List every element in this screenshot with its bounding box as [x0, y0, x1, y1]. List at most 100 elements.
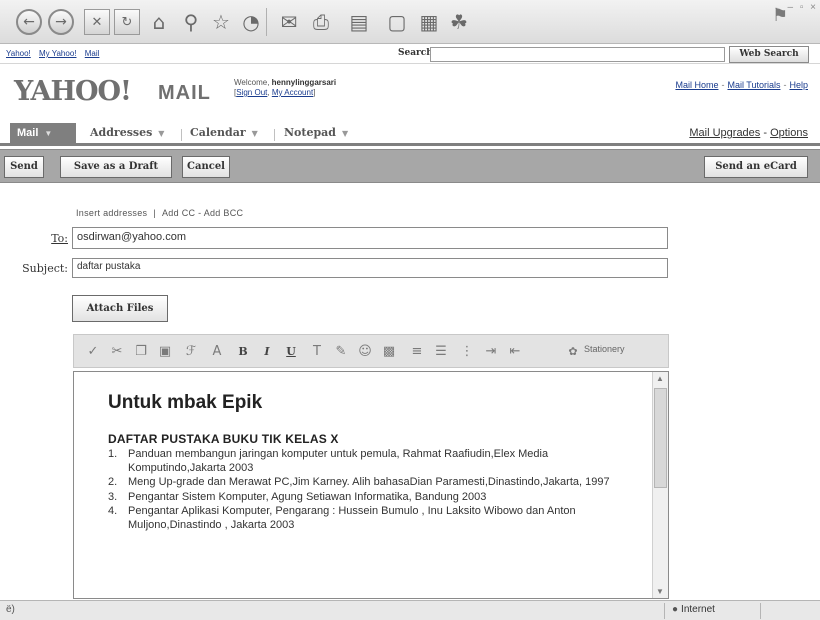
security-zone: ● Internet: [672, 604, 715, 615]
stationery-icon[interactable]: ✿: [564, 343, 582, 361]
save-draft-button[interactable]: Save as a Draft: [60, 156, 172, 178]
back-icon[interactable]: ←: [16, 9, 42, 35]
list-item-number: 2.: [108, 476, 118, 488]
message-content[interactable]: Untuk mbak Epik DAFTAR PUSTAKA BUKU TIK …: [108, 392, 628, 533]
address-links: Insert addresses | Add CC - Add BCC: [76, 208, 244, 218]
emoticon-icon[interactable]: ☺: [356, 343, 374, 361]
list-item: 1. Panduan membangun jaringan komputer un…: [108, 448, 628, 475]
edit-icon[interactable]: ▤: [346, 9, 372, 35]
spellcheck-icon[interactable]: ✓: [84, 343, 102, 361]
discuss-icon[interactable]: ▢: [384, 9, 410, 35]
editor-toolbar: ✓ ✂ ❐ ▣ ℱ A B I U T ✎ ☺ ▩ ≡ ☰ ⋮ ⇥ ⇤ ✿ St…: [73, 334, 669, 368]
message-heading: Untuk mbak Epik: [108, 392, 263, 413]
tab-mail[interactable]: Mail ▼: [10, 123, 76, 143]
list-item: 3. Pengantar Sistem Komputer, Agung Setia…: [108, 491, 628, 505]
list-item-number: 1.: [108, 448, 118, 460]
search-icon[interactable]: ⚲: [178, 9, 204, 35]
subject-field[interactable]: daftar pustaka: [72, 258, 668, 278]
scroll-up-icon[interactable]: ▲: [656, 374, 664, 383]
tab-mail-label: Mail: [17, 127, 39, 139]
my-account-link[interactable]: My Account: [272, 88, 313, 97]
tab-addresses-label: Addresses: [90, 126, 153, 139]
paste-icon[interactable]: ▣: [156, 343, 174, 361]
bold-icon[interactable]: B: [234, 343, 252, 361]
yahoo-small-links: Yahoo! My Yahoo! Mail: [6, 49, 105, 58]
favorites-icon[interactable]: ☆: [208, 9, 234, 35]
italic-icon[interactable]: I: [258, 343, 276, 361]
print-icon[interactable]: ⎙: [308, 9, 334, 35]
home-icon[interactable]: ⌂: [146, 9, 172, 35]
browser-toolbar: ← → ✕ ↻ ⌂ ⚲ ☆ ◔ ✉ ⎙ ▤ ▢ ▦ ☘ ⚑ – ▫ ×: [0, 0, 820, 44]
to-field[interactable]: osdirwan@yahoo.com: [72, 227, 668, 249]
bulleted-list-icon[interactable]: ⋮: [458, 343, 476, 361]
stop-icon[interactable]: ✕: [84, 9, 110, 35]
mail-tutorials-link[interactable]: Mail Tutorials: [727, 80, 780, 90]
mail-home-link[interactable]: Mail Home: [675, 80, 718, 90]
refresh-icon[interactable]: ↻: [114, 9, 140, 35]
zone-label: Internet: [681, 604, 715, 615]
list-item-text: Meng Up-grade dan Merawat PC,Jim Karney.…: [128, 476, 610, 488]
cancel-button[interactable]: Cancel: [182, 156, 230, 178]
attach-files-button[interactable]: Attach Files: [72, 295, 168, 322]
yahoo-link[interactable]: Yahoo!: [6, 49, 31, 58]
highlight-icon[interactable]: ✎: [332, 343, 350, 361]
globe-icon: ●: [672, 604, 679, 615]
add-cc-bcc-link[interactable]: Add CC - Add BCC: [162, 208, 243, 218]
history-icon[interactable]: ◔: [238, 9, 264, 35]
help-link[interactable]: Help: [789, 80, 808, 90]
tab-notepad[interactable]: Notepad ▼: [276, 123, 348, 143]
list-item-text: Panduan membangun jaringan komputer untu…: [128, 448, 549, 474]
list-item-number: 3.: [108, 490, 118, 503]
web-search-button[interactable]: Web Search: [729, 46, 809, 63]
chevron-down-icon[interactable]: ▼: [252, 128, 258, 138]
numbered-list-icon[interactable]: ☰: [432, 343, 450, 361]
tab-calendar[interactable]: Calendar ▼: [182, 123, 258, 143]
underline-icon[interactable]: U: [282, 343, 300, 361]
insert-picture-icon[interactable]: ▩: [380, 343, 398, 361]
welcome-prefix: Welcome,: [234, 78, 270, 87]
outdent-icon[interactable]: ⇤: [506, 343, 524, 361]
search-input[interactable]: [430, 47, 725, 62]
forward-icon[interactable]: →: [48, 9, 74, 35]
message-body-editor[interactable]: Untuk mbak Epik DAFTAR PUSTAKA BUKU TIK …: [73, 371, 669, 599]
window-controls[interactable]: – ▫ ×: [787, 2, 818, 13]
chevron-down-icon[interactable]: ▼: [44, 129, 52, 138]
tab-addresses[interactable]: Addresses ▼: [82, 123, 164, 143]
scroll-thumb[interactable]: [654, 388, 667, 488]
indent-icon[interactable]: ⇥: [482, 343, 500, 361]
list-title: DAFTAR PUSTAKA BUKU TIK KELAS X: [108, 432, 339, 446]
insert-addresses-link[interactable]: Insert addresses: [76, 208, 147, 218]
sign-out-link[interactable]: Sign Out: [236, 88, 267, 97]
my-yahoo-link[interactable]: My Yahoo!: [39, 49, 77, 58]
list-item-text: Pengantar Aplikasi Komputer, Pengarang :…: [128, 505, 576, 531]
list-item: 2. Meng Up-grade dan Merawat PC,Jim Karne…: [108, 476, 628, 490]
text-color-icon[interactable]: T: [308, 343, 326, 361]
mail-link[interactable]: Mail: [85, 49, 100, 58]
stationery-button[interactable]: Stationery: [584, 344, 625, 354]
scroll-down-icon[interactable]: ▼: [656, 587, 664, 596]
tab-notepad-label: Notepad: [284, 126, 336, 139]
editor-scrollbar[interactable]: ▲ ▼: [652, 372, 668, 598]
tab-calendar-label: Calendar: [190, 126, 246, 139]
subject-label: Subject:: [22, 262, 68, 275]
yahoo-logo[interactable]: YAHOO!: [14, 76, 132, 107]
reference-list: 1. Panduan membangun jaringan komputer un…: [108, 448, 628, 532]
chevron-down-icon[interactable]: ▼: [158, 128, 164, 138]
font-family-icon[interactable]: ℱ: [182, 343, 200, 361]
research-icon[interactable]: ▦: [416, 9, 442, 35]
mail-icon[interactable]: ✉: [276, 9, 302, 35]
copy-icon[interactable]: ❐: [132, 343, 150, 361]
mail-upgrades-link[interactable]: Mail Upgrades: [689, 127, 760, 139]
font-size-icon[interactable]: A: [208, 343, 226, 361]
send-button[interactable]: Send: [4, 156, 44, 178]
chevron-down-icon[interactable]: ▼: [342, 128, 348, 138]
messenger-icon[interactable]: ☘: [446, 9, 472, 35]
align-icon[interactable]: ≡: [408, 343, 426, 361]
to-label[interactable]: To:: [40, 232, 68, 245]
cut-icon[interactable]: ✂: [108, 343, 126, 361]
mail-options-links: Mail Upgrades - Options: [689, 127, 808, 139]
send-ecard-button[interactable]: Send an eCard: [704, 156, 808, 178]
list-item-number: 4.: [108, 505, 118, 517]
mail-logo: MAIL: [158, 82, 211, 104]
options-link[interactable]: Options: [770, 127, 808, 139]
